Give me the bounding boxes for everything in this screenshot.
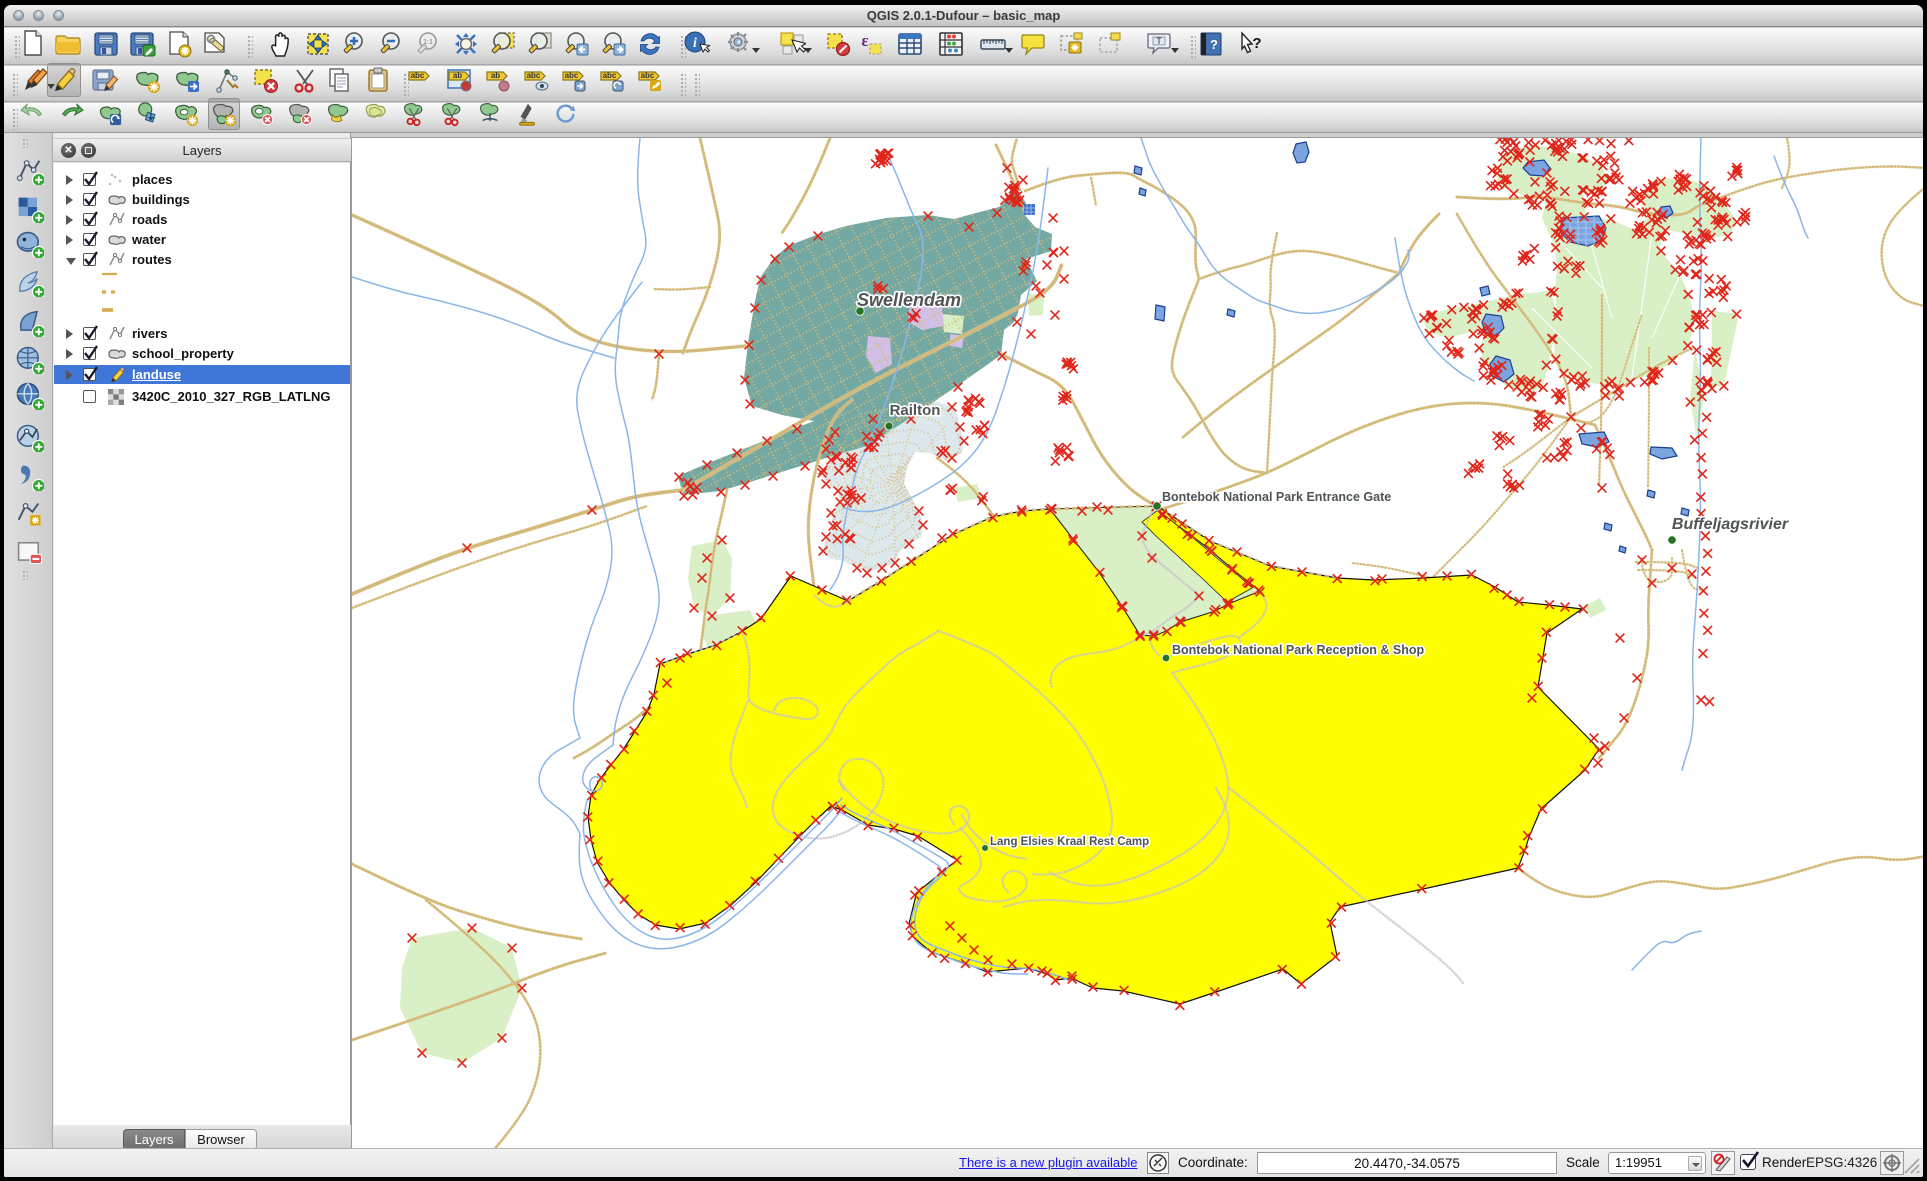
svg-text:ε: ε xyxy=(861,31,868,50)
svg-text:abc: abc xyxy=(641,71,655,80)
svg-text:?: ? xyxy=(1210,37,1218,52)
svg-text:i: i xyxy=(693,36,697,51)
svg-text:Swellendam: Swellendam xyxy=(857,290,961,310)
svg-text:abc: abc xyxy=(527,71,541,80)
svg-text:Railton: Railton xyxy=(890,402,941,419)
svg-text:Buffeljagsrivier: Buffeljagsrivier xyxy=(1672,516,1789,533)
svg-text:Lang Elsies Kraal Rest Camp: Lang Elsies Kraal Rest Camp xyxy=(990,836,1149,848)
svg-text:Bontebok National Park Entranc: Bontebok National Park Entrance Gate xyxy=(1162,490,1391,504)
svg-text:1:1: 1:1 xyxy=(423,39,433,46)
svg-text:ab: ab xyxy=(491,71,500,80)
svg-text:Bontebok National Park Recepti: Bontebok National Park Reception & Shop xyxy=(1172,643,1424,657)
svg-text:T: T xyxy=(1156,36,1162,46)
svg-text:?: ? xyxy=(1252,35,1261,52)
svg-text:ab: ab xyxy=(453,71,462,80)
svg-text:abc: abc xyxy=(603,71,617,80)
svg-text:abc: abc xyxy=(411,71,425,80)
svg-text:abc: abc xyxy=(565,71,579,80)
